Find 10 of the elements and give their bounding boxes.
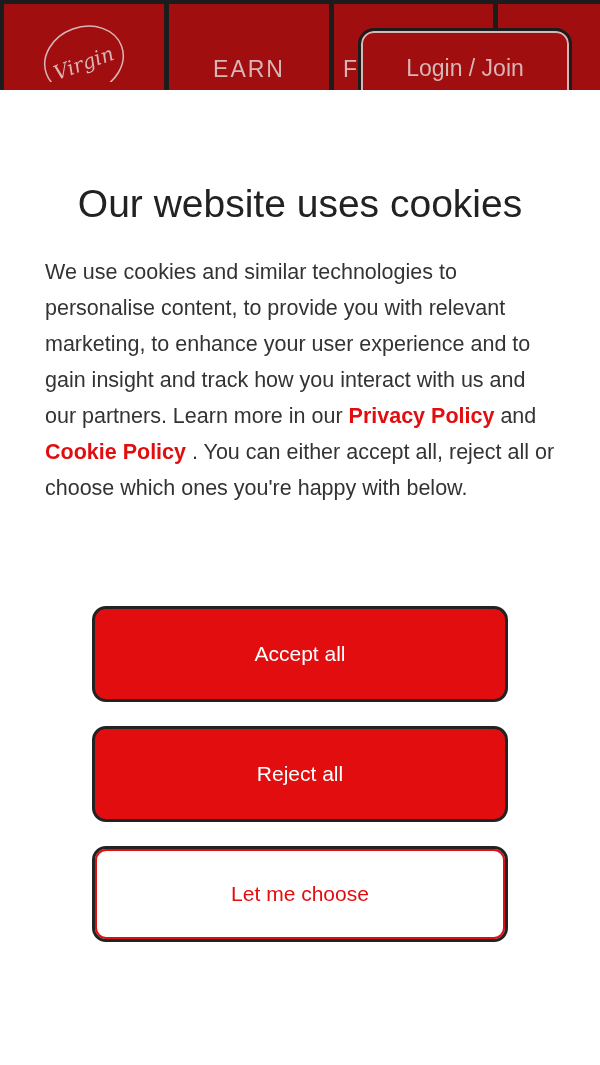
primary-button[interactable]: Accept all: [92, 606, 508, 702]
privacy-policy-link[interactable]: Privacy Policy: [348, 404, 495, 428]
nav-tab[interactable]: F: [343, 56, 360, 82]
primary-button[interactable]: Reject all: [92, 726, 508, 822]
nav-tab[interactable]: EARN: [213, 56, 285, 82]
cookie-description: We use cookies and similar technologies to personalise content, to provide you with relevant marketing, to enhance your user experience and to gain insight and track how you interact with us and our partners. Learn more in our Privacy Policy and Cookie Policy . You can either accept all, reject all or choose which ones you're happy with below.: [45, 259, 555, 502]
cookie-policy-link[interactable]: Cookie Policy: [45, 440, 186, 464]
dialog-title: Our website uses cookies: [76, 182, 524, 226]
login-button[interactable]: Login / Join: [358, 28, 572, 90]
secondary-button[interactable]: Let me choose: [92, 846, 508, 942]
